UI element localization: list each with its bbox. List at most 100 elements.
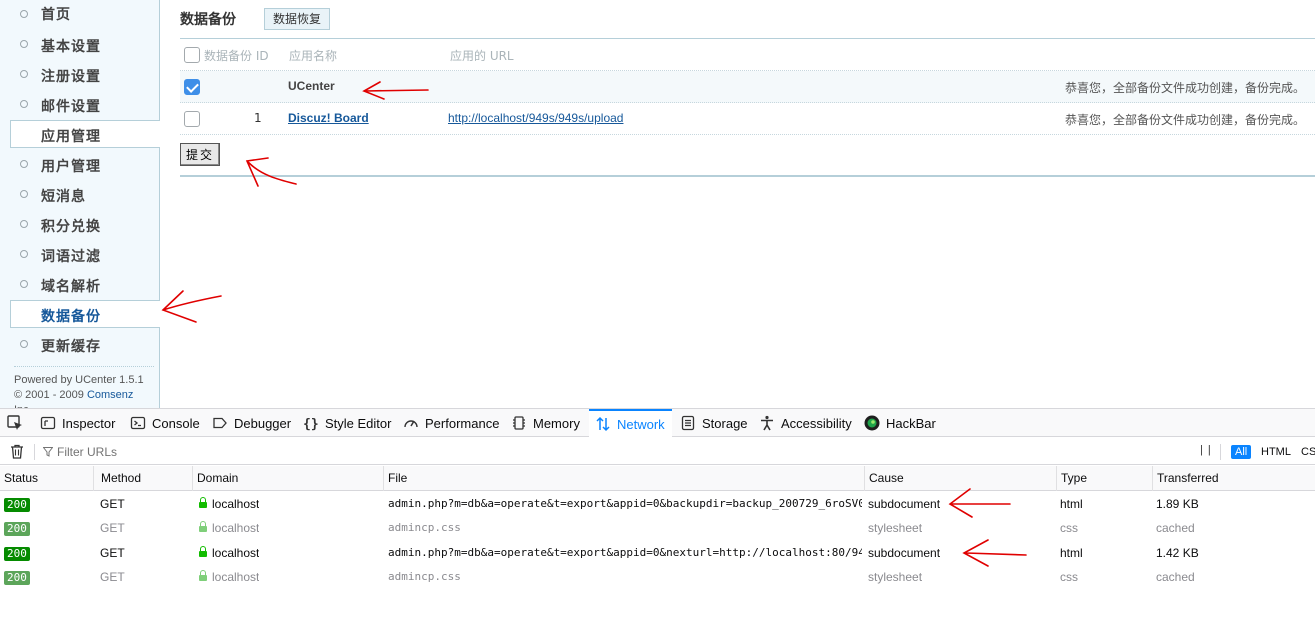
sidebar-item-label: 用户管理	[41, 159, 101, 175]
svg-text:{}: {}	[303, 417, 319, 431]
sidebar-item-basic-settings[interactable]: 基本设置	[0, 30, 160, 60]
row-app-url[interactable]: http://localhost/949s/949s/upload	[448, 111, 623, 125]
sidebar-item-label: 更新缓存	[41, 339, 101, 355]
request-transferred: cached	[1156, 570, 1195, 584]
sidebar-item-label: 邮件设置	[41, 99, 101, 115]
comsenz-link[interactable]: Comsenz	[87, 389, 133, 401]
header-id: 数据备份 ID	[204, 49, 269, 63]
lock-icon	[199, 521, 207, 532]
picker-icon	[7, 415, 22, 430]
header-name: 应用名称	[289, 49, 338, 63]
row-checkbox[interactable]	[184, 111, 200, 127]
status-badge: 200	[4, 498, 30, 512]
request-row[interactable]: 200 GET localhost admin.php?m=db&a=opera…	[0, 492, 1315, 516]
network-table-header: Status Method Domain File Cause Type Tra…	[0, 466, 1315, 491]
request-file: admin.php?m=db&a=operate&t=export&appid=…	[388, 497, 862, 510]
element-picker-button[interactable]	[6, 409, 24, 437]
request-method: GET	[100, 546, 125, 560]
request-file: admin.php?m=db&a=operate&t=export&appid=…	[388, 546, 862, 559]
request-cause: stylesheet	[868, 570, 923, 584]
tab-label: Inspector	[62, 415, 116, 431]
request-domain: localhost	[212, 521, 260, 535]
sidebar-item-label: 首页	[41, 7, 71, 23]
tab-hackbar[interactable]: HackBar	[864, 409, 936, 437]
tab-debugger[interactable]: Debugger	[212, 409, 291, 437]
devtools-tabbar: Inspector Console Debugger {} Style Edit…	[0, 409, 1315, 437]
bullet-icon	[20, 250, 28, 258]
submit-button[interactable]: 提交	[180, 143, 221, 166]
row-message: 恭喜您，全部备份文件成功创建，备份完成。	[1064, 113, 1305, 127]
inspector-icon	[40, 416, 56, 430]
filter-html-button[interactable]: HTML	[1257, 445, 1295, 459]
trash-icon[interactable]	[10, 444, 24, 459]
pause-button[interactable]: | |	[1200, 444, 1212, 456]
col-file[interactable]: File	[384, 466, 865, 491]
header-url: 应用的 URL	[450, 49, 514, 63]
filter-all-button[interactable]: All	[1231, 445, 1252, 459]
request-row[interactable]: 200 GET localhost admincp.css stylesheet…	[0, 565, 1315, 589]
col-status[interactable]: Status	[0, 466, 94, 491]
filter-css-button[interactable]: CS	[1297, 445, 1315, 459]
tab-memory[interactable]: Memory	[511, 409, 580, 437]
col-transferred[interactable]: Transferred	[1153, 466, 1315, 491]
main-panel: 数据备份 数据恢复 数据备份 ID 应用名称 应用的 URL UCenter 恭…	[180, 0, 1315, 408]
request-row[interactable]: 200 GET localhost admincp.css stylesheet…	[0, 516, 1315, 540]
tab-label: Accessibility	[781, 415, 852, 431]
lock-icon	[199, 546, 207, 557]
col-type[interactable]: Type	[1057, 466, 1153, 491]
sidebar-item-app-management[interactable]: 应用管理	[10, 120, 160, 148]
request-domain: localhost	[212, 546, 260, 560]
sidebar-item-messages[interactable]: 短消息	[0, 180, 160, 210]
sidebar: 首页 基本设置 注册设置 邮件设置 应用管理 用户管理 短消息 积分兑换 词语过…	[0, 0, 160, 416]
toolbar-separator	[34, 444, 35, 460]
request-type: css	[1060, 570, 1078, 584]
tab-accessibility[interactable]: Accessibility	[759, 409, 852, 437]
tab-label: Debugger	[234, 415, 292, 431]
accessibility-icon	[761, 415, 773, 431]
tab-label: Style Editor	[325, 415, 392, 431]
sidebar-item-label: 短消息	[41, 189, 86, 205]
tab-style-editor[interactable]: {} Style Editor	[303, 409, 391, 437]
table-row: 1 Discuz! Board http://localhost/949s/94…	[180, 103, 1315, 135]
col-domain[interactable]: Domain	[193, 466, 384, 491]
filter-urls-input[interactable]: Filter URLs	[57, 445, 117, 459]
tab-console[interactable]: Console	[130, 409, 200, 437]
tab-performance[interactable]: Performance	[403, 409, 499, 437]
bullet-icon	[20, 190, 28, 198]
request-row[interactable]: 200 GET localhost admin.php?m=db&a=opera…	[0, 541, 1315, 565]
col-method[interactable]: Method	[97, 466, 193, 491]
toolbar-separator	[1220, 444, 1221, 460]
request-method: GET	[100, 570, 125, 584]
request-file: admincp.css	[388, 570, 461, 583]
row-app-name[interactable]: Discuz! Board	[288, 111, 369, 125]
sidebar-item-mail-settings[interactable]: 邮件设置	[0, 90, 160, 120]
tab-inspector[interactable]: Inspector	[40, 409, 115, 437]
sidebar-item-register-settings[interactable]: 注册设置	[0, 60, 160, 90]
sidebar-item-label: 积分兑换	[41, 219, 101, 235]
sidebar-item-update-cache[interactable]: 更新缓存	[0, 330, 160, 360]
sidebar-item-data-backup[interactable]: 数据备份	[10, 300, 160, 328]
request-file: admincp.css	[388, 521, 461, 534]
sidebar-item-home[interactable]: 首页	[0, 0, 160, 30]
console-icon	[130, 416, 146, 430]
request-transferred: 1.42 KB	[1156, 546, 1199, 560]
request-cause: subdocument	[868, 497, 941, 511]
table-bottom-border	[180, 175, 1315, 177]
copyright-prefix: © 2001 - 2009	[14, 389, 87, 401]
restore-button[interactable]: 数据恢复	[264, 8, 331, 30]
bullet-icon	[20, 70, 28, 78]
tab-storage[interactable]: Storage	[680, 409, 748, 437]
col-cause[interactable]: Cause	[865, 466, 1057, 491]
request-transferred: cached	[1156, 521, 1195, 535]
select-all-checkbox[interactable]	[184, 47, 200, 63]
sidebar-item-user-management[interactable]: 用户管理	[0, 150, 160, 180]
request-transferred: 1.89 KB	[1156, 497, 1199, 511]
tab-network[interactable]: Network	[589, 409, 672, 437]
table-row: UCenter 恭喜您，全部备份文件成功创建，备份完成。	[180, 71, 1315, 103]
row-checkbox[interactable]	[184, 79, 200, 95]
sidebar-item-word-filter[interactable]: 词语过滤	[0, 240, 160, 270]
sidebar-item-credit-exchange[interactable]: 积分兑换	[0, 210, 160, 240]
sidebar-item-domain-resolve[interactable]: 域名解析	[0, 270, 160, 300]
request-domain: localhost	[212, 570, 260, 584]
status-badge: 200	[4, 522, 30, 536]
